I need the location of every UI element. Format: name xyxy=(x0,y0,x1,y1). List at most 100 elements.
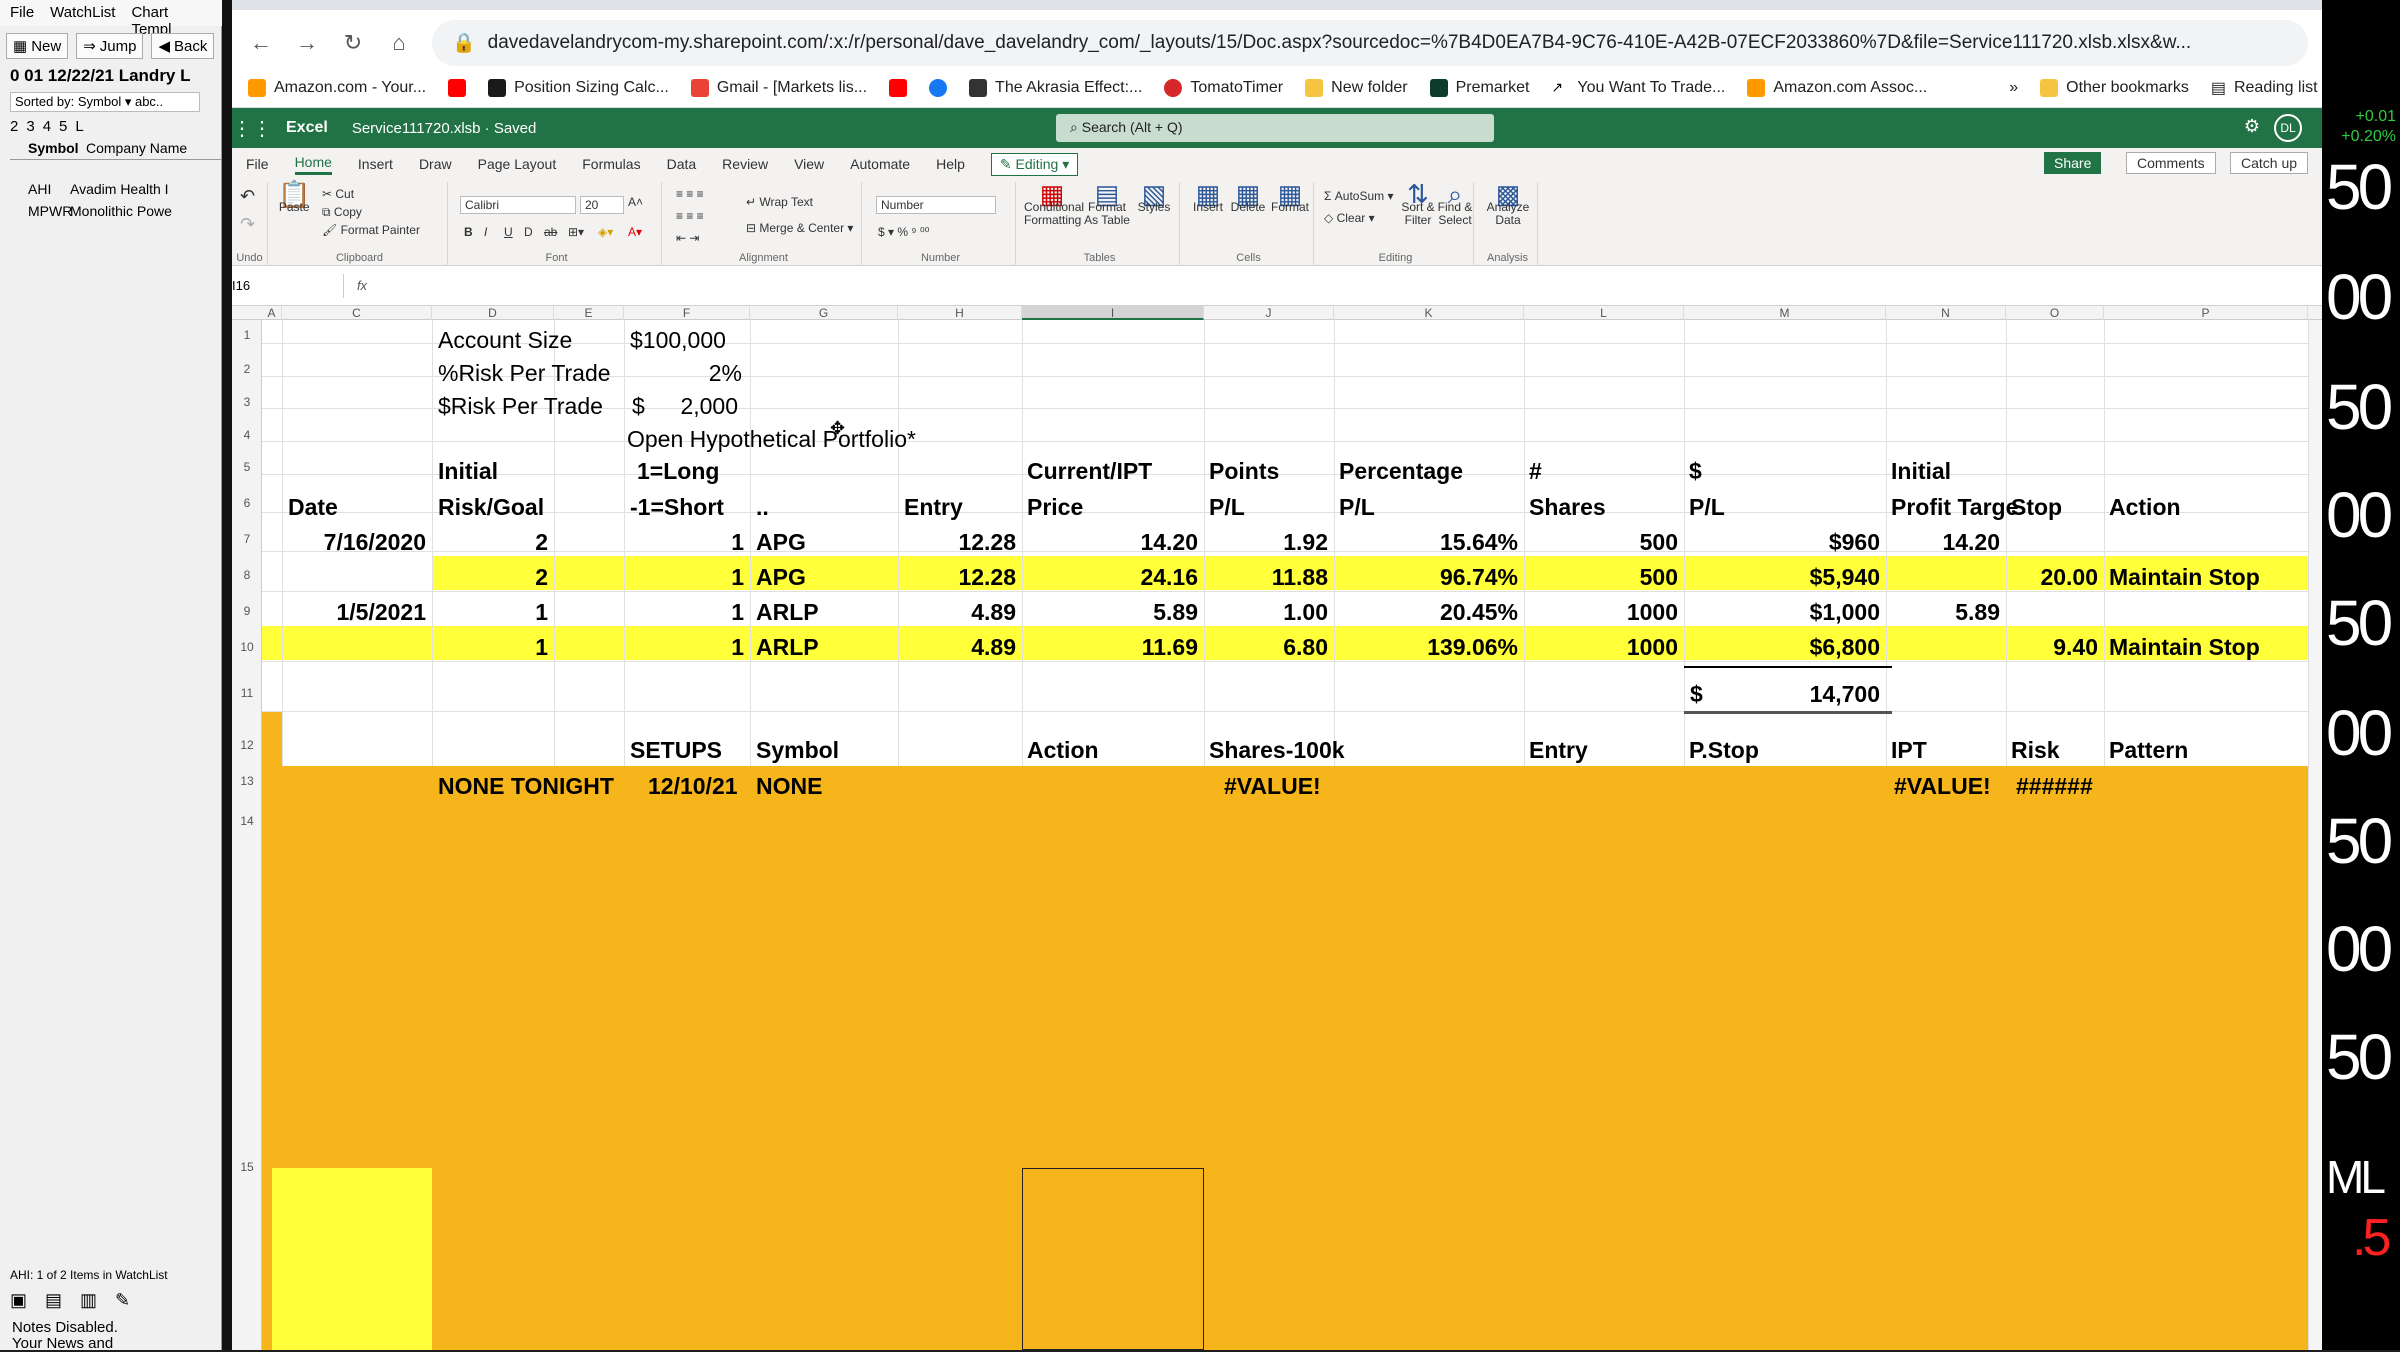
hdr-action[interactable]: Action xyxy=(2109,493,2181,521)
col-n[interactable]: N xyxy=(1886,306,2006,320)
more-bookmarks[interactable]: » xyxy=(2009,79,2018,97)
col-h[interactable]: H xyxy=(898,306,1022,320)
hdr-long[interactable]: 1=Long xyxy=(637,457,719,485)
row-10[interactable]: 10 xyxy=(232,640,262,654)
find-select-button[interactable]: ⌕ Find & Select xyxy=(1436,181,1474,227)
underline-icon[interactable]: U xyxy=(504,226,513,239)
cell-action[interactable]: Maintain Stop xyxy=(2109,633,2260,661)
row-3[interactable]: 3 xyxy=(232,395,262,409)
cell-pct[interactable]: 15.64% xyxy=(1334,528,1518,556)
col-a[interactable]: A xyxy=(262,306,282,320)
back-button[interactable]: ◀ Back xyxy=(151,33,215,59)
other-bookmarks[interactable]: Other bookmarks xyxy=(2040,78,2189,97)
hdr-pattern[interactable]: Pattern xyxy=(2109,736,2188,764)
col-c[interactable]: C xyxy=(282,306,432,320)
tab-home[interactable]: Home xyxy=(294,154,332,175)
grow-font-icon[interactable]: A˄ xyxy=(628,196,643,209)
indent-icon[interactable]: ⇤ ⇥ xyxy=(676,232,699,245)
url-input[interactable]: 🔒 davedavelandrycom-my.sharepoint.com/:x… xyxy=(432,20,2308,66)
cell-points[interactable]: 1.00 xyxy=(1204,598,1328,626)
hdr-profit-target[interactable]: Profit Targe xyxy=(1891,493,2018,521)
cell-setup-symbol[interactable]: NONE xyxy=(756,772,822,800)
col-l[interactable]: L xyxy=(1524,306,1684,320)
row-7[interactable]: 7 xyxy=(232,532,262,546)
bookmark[interactable] xyxy=(889,78,908,97)
menu-chart-templates[interactable]: Chart Templ xyxy=(131,4,212,38)
tab-insert[interactable]: Insert xyxy=(358,156,393,172)
cell-pl[interactable]: $960 xyxy=(1684,528,1880,556)
row-6[interactable]: 6 xyxy=(232,496,262,510)
format-painter-button[interactable]: 🖌 Format Painter xyxy=(322,224,420,237)
bookmark[interactable]: Gmail - [Markets lis... xyxy=(690,78,867,97)
col-d[interactable]: D xyxy=(432,306,554,320)
cell-shares[interactable]: 500 xyxy=(1524,528,1678,556)
tab-4[interactable]: 4 xyxy=(43,118,51,138)
row-9[interactable]: 9 xyxy=(232,604,262,618)
cell-entry[interactable]: 4.89 xyxy=(898,598,1016,626)
cell-entry[interactable]: 4.89 xyxy=(898,633,1016,661)
format-as-table-button[interactable]: ▤ Format As Table xyxy=(1084,181,1130,227)
hdr-points[interactable]: Points xyxy=(1209,457,1279,485)
hdr-initial-target[interactable]: Initial xyxy=(1891,457,1951,485)
forward-icon[interactable]: → xyxy=(294,30,320,56)
editing-mode-button[interactable]: ✎ Editing ▾ xyxy=(990,152,1079,176)
cell-long-short[interactable]: 1 xyxy=(624,598,744,626)
home-icon[interactable]: ⌂ xyxy=(386,30,412,56)
col-m[interactable]: M xyxy=(1684,306,1886,320)
number-format-select[interactable]: Number xyxy=(876,196,996,214)
new-button[interactable]: ▦ New xyxy=(6,33,69,59)
cell-points[interactable]: 1.92 xyxy=(1204,528,1328,556)
bookmark[interactable]: New folder xyxy=(1305,78,1408,97)
cell-price[interactable]: 24.16 xyxy=(1022,563,1198,591)
cell-price[interactable]: 14.20 xyxy=(1022,528,1198,556)
col-symbol[interactable]: Symbol xyxy=(10,140,86,159)
share-button[interactable]: Share xyxy=(2044,152,2102,174)
spreadsheet-grid[interactable]: A C D E F G H I J K L M N O P 1 2 3 4 5 … xyxy=(232,306,2322,1350)
cell-symbol[interactable]: APG xyxy=(756,528,806,556)
row-8[interactable]: 8 xyxy=(232,568,262,582)
tools-icon[interactable]: ✎ xyxy=(115,1290,130,1311)
insert-cells-button[interactable]: ▦ Insert xyxy=(1190,181,1226,214)
col-company-name[interactable]: Company Name xyxy=(86,140,187,159)
italic-icon[interactable]: I xyxy=(484,226,487,239)
currency-icon[interactable]: $ ▾ % ⁹ ⁰⁰ xyxy=(878,226,929,239)
wrap-text-button[interactable]: ↵ Wrap Text xyxy=(746,196,813,209)
comments-button[interactable]: Comments xyxy=(2126,152,2216,174)
cell-pct[interactable]: 96.74% xyxy=(1334,563,1518,591)
hdr-entry[interactable]: Entry xyxy=(904,493,963,521)
hdr-risk[interactable]: Risk xyxy=(2011,736,2060,764)
clear-button[interactable]: ◇ Clear ▾ xyxy=(1324,212,1375,225)
cell-pl[interactable]: $6,800 xyxy=(1684,633,1880,661)
hdr-pstop[interactable]: P.Stop xyxy=(1689,736,1759,764)
search-input[interactable]: ⌕ Search (Alt + Q) xyxy=(1056,114,1494,142)
hdr-initial[interactable]: Initial xyxy=(438,457,498,485)
autosum-button[interactable]: Σ AutoSum ▾ xyxy=(1324,190,1393,203)
redo-icon[interactable]: ↷ xyxy=(240,215,255,233)
hdr-count[interactable]: # xyxy=(1529,457,1542,485)
row-12[interactable]: 12 xyxy=(232,738,262,752)
bookmark[interactable]: TomatoTimer xyxy=(1164,78,1283,97)
hdr-shares-100k[interactable]: Shares-100k xyxy=(1209,736,1345,764)
reading-list[interactable]: ▤ Reading list xyxy=(2211,78,2318,98)
risk-pct-label[interactable]: %Risk Per Trade xyxy=(438,359,611,387)
hdr-symbol-dots[interactable]: .. xyxy=(756,493,769,521)
cell-shares[interactable]: 1000 xyxy=(1524,598,1678,626)
cell-date[interactable]: 7/16/2020 xyxy=(282,528,426,556)
cell-target[interactable]: 5.89 xyxy=(1886,598,2000,626)
hdr-setup-entry[interactable]: Entry xyxy=(1529,736,1588,764)
bookmark[interactable]: ↗ You Want To Trade... xyxy=(1551,78,1725,97)
fill-color-icon[interactable]: ◈▾ xyxy=(598,226,613,239)
double-underline-icon[interactable]: D xyxy=(524,226,533,239)
cell-price[interactable]: 5.89 xyxy=(1022,598,1198,626)
hdr-percentage[interactable]: Percentage xyxy=(1339,457,1463,485)
list-icon[interactable]: ▤ xyxy=(45,1290,62,1311)
hdr-price[interactable]: Price xyxy=(1027,493,1083,521)
row-15[interactable]: 15 xyxy=(232,1160,262,1174)
col-p[interactable]: P xyxy=(2104,306,2308,320)
cell-pct[interactable]: 20.45% xyxy=(1334,598,1518,626)
reload-icon[interactable]: ↻ xyxy=(340,30,366,56)
font-color-icon[interactable]: A▾ xyxy=(628,226,642,239)
sort-filter-button[interactable]: ⇅ Sort & Filter xyxy=(1400,181,1436,227)
formula-input[interactable] xyxy=(380,274,2322,298)
tab-file[interactable]: File xyxy=(246,156,269,172)
